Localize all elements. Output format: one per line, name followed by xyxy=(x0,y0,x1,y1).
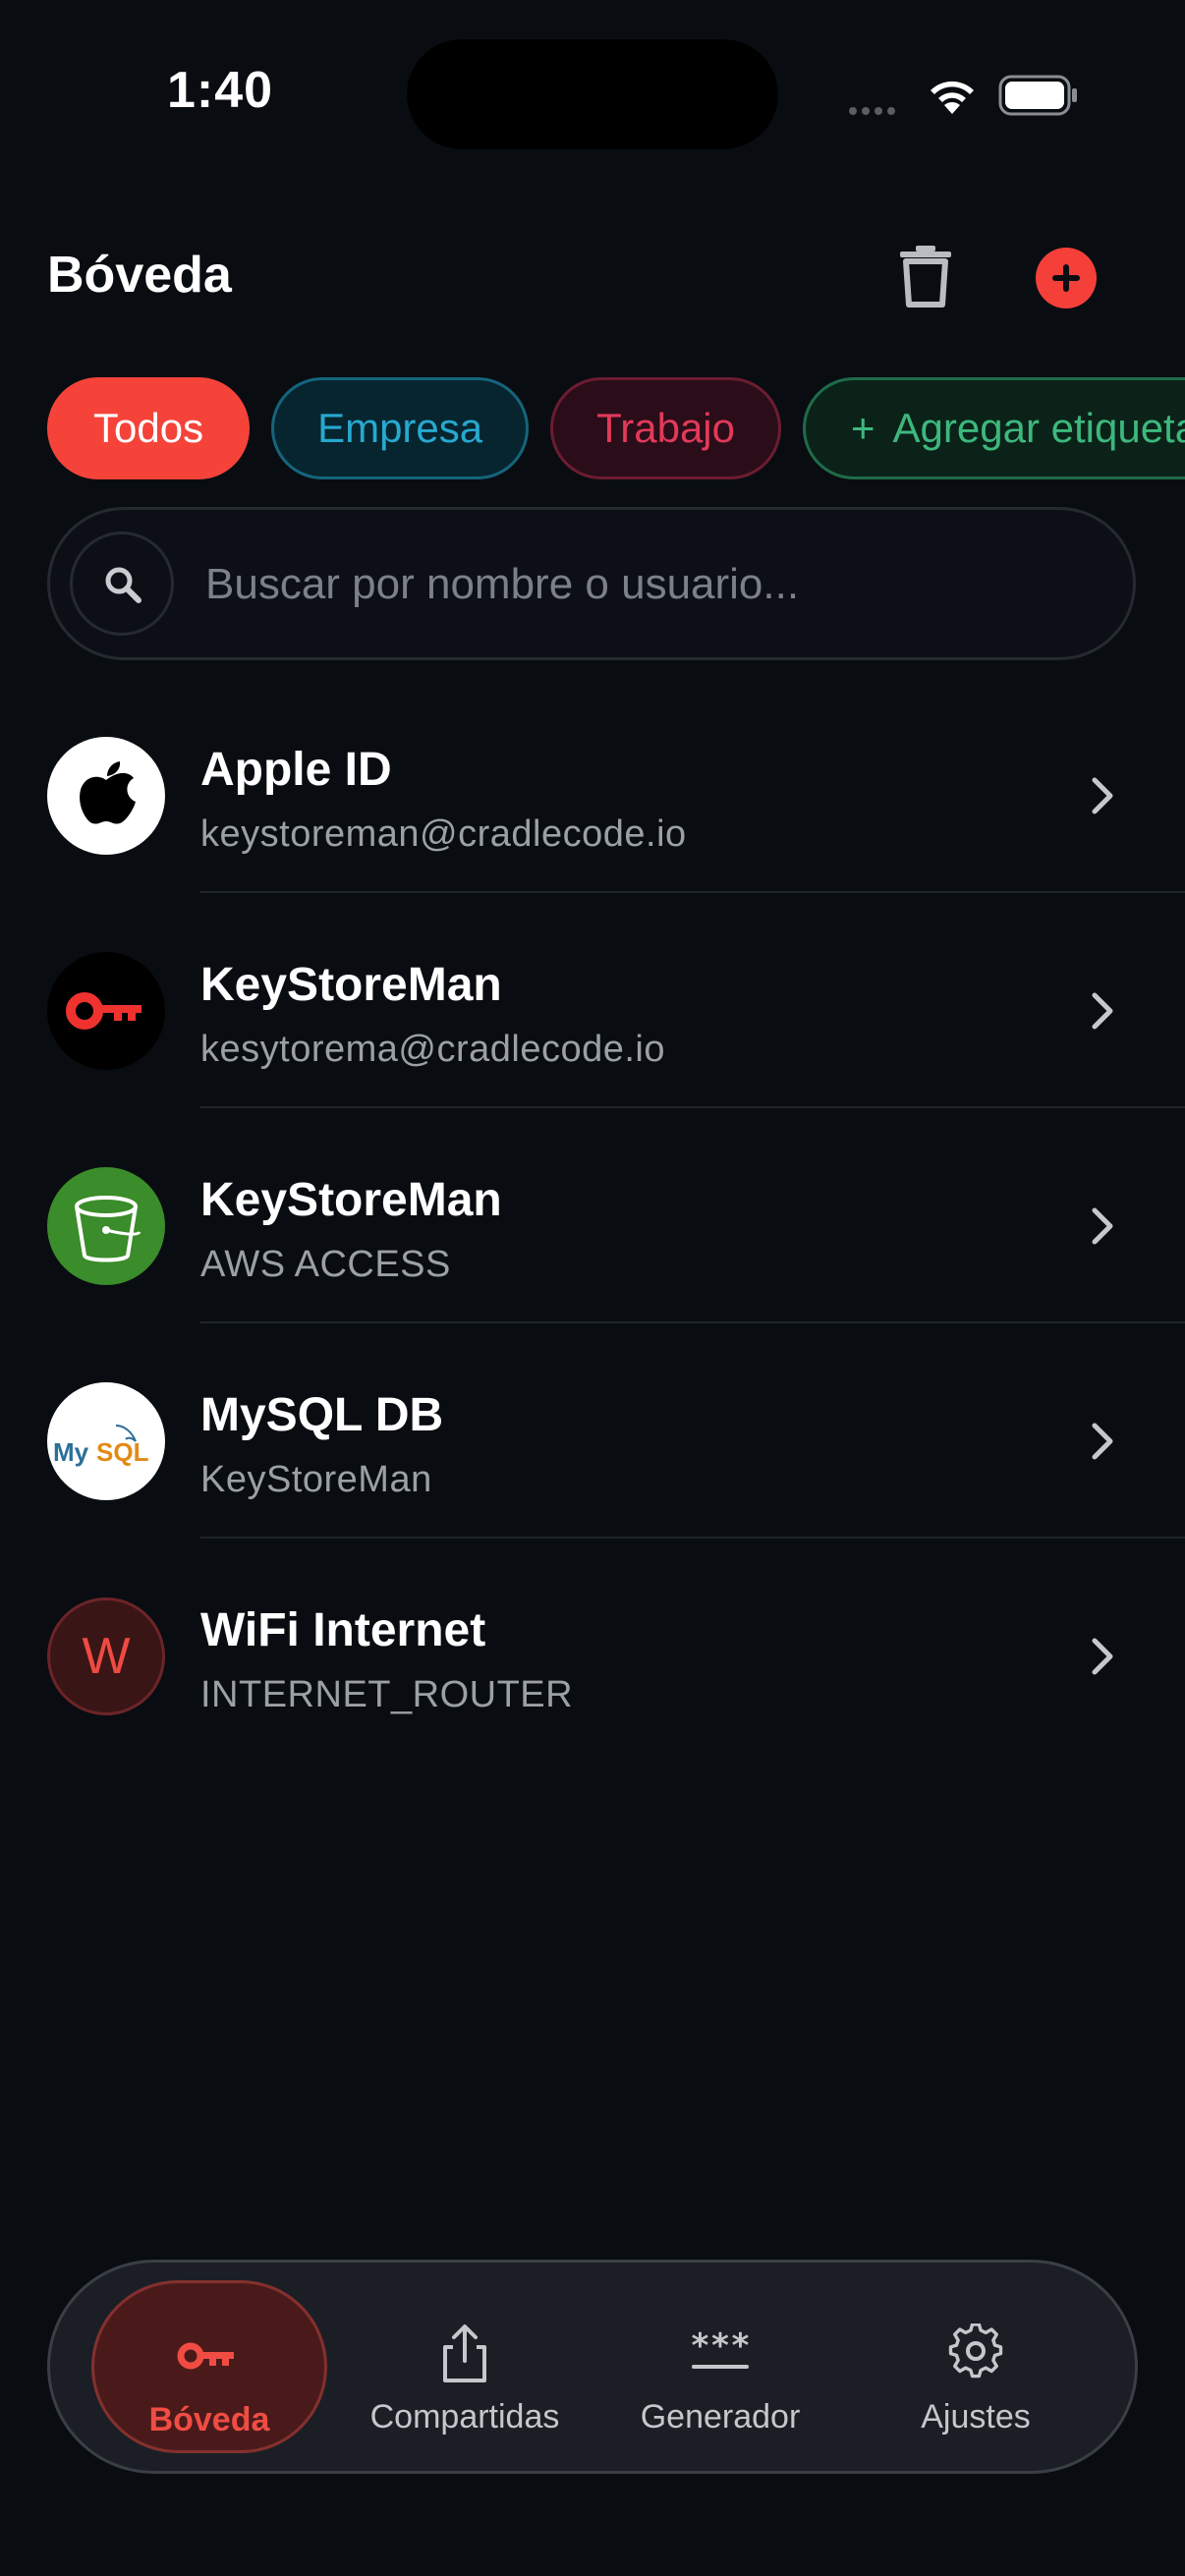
search-input[interactable] xyxy=(203,539,1092,630)
item-subtitle: INTERNET_ROUTER xyxy=(200,1674,574,1715)
search-icon[interactable] xyxy=(70,532,174,636)
tab-generador[interactable]: *** Generador xyxy=(602,2280,838,2453)
dynamic-island xyxy=(407,39,778,149)
battery-icon xyxy=(998,75,1077,116)
chip-label: Empresa xyxy=(317,405,483,451)
password-generator-icon: *** xyxy=(690,2326,751,2369)
chip-trabajo[interactable]: Trabajo xyxy=(550,377,781,479)
key-icon xyxy=(177,2342,234,2370)
chevron-right-icon xyxy=(1092,1423,1113,1460)
item-subtitle: keystoreman@cradlecode.io xyxy=(200,813,687,855)
tab-bar: Bóveda Compartidas *** Generador Ajustes xyxy=(47,2260,1138,2474)
search-bar xyxy=(47,507,1136,660)
tab-label: Bóveda xyxy=(148,2401,270,2438)
tab-label: Compartidas xyxy=(369,2398,560,2436)
item-name: KeyStoreMan xyxy=(200,1174,502,1226)
tab-compartidas[interactable]: Compartidas xyxy=(347,2280,583,2453)
key-icon xyxy=(47,952,165,1070)
chip-label: Todos xyxy=(93,405,204,451)
gear-icon xyxy=(948,2324,1003,2379)
page-title: Bóveda xyxy=(47,247,232,304)
chip-label: Trabajo xyxy=(596,405,735,451)
add-entry-button[interactable] xyxy=(1036,248,1097,308)
chevron-right-icon xyxy=(1092,777,1113,814)
chevron-right-icon xyxy=(1092,992,1113,1030)
item-subtitle: KeyStoreMan xyxy=(200,1459,432,1500)
svg-text:My: My xyxy=(53,1437,89,1467)
plus-icon: + xyxy=(851,405,875,451)
chevron-right-icon xyxy=(1092,1207,1113,1245)
item-name: MySQL DB xyxy=(200,1389,444,1441)
list-item[interactable]: KeyStoreMan kesytorema@cradlecode.io xyxy=(0,893,1185,1108)
item-name: WiFi Internet xyxy=(200,1604,486,1656)
item-name: KeyStoreMan xyxy=(200,959,502,1011)
list-item[interactable]: My SQL MySQL DB KeyStoreMan xyxy=(0,1323,1185,1539)
trash-icon xyxy=(900,246,951,308)
status-time: 1:40 xyxy=(167,62,274,119)
mysql-logo: My SQL xyxy=(47,1382,165,1500)
aws-bucket-icon xyxy=(47,1167,165,1285)
apple-icon xyxy=(47,737,165,855)
chevron-right-icon xyxy=(1092,1638,1113,1675)
item-subtitle: AWS ACCESS xyxy=(200,1244,451,1285)
chip-empresa[interactable]: Empresa xyxy=(271,377,530,479)
list-item[interactable]: Apple ID keystoreman@cradlecode.io xyxy=(0,678,1185,893)
tag-filter-bar: Todos Empresa Trabajo + Agregar etiqueta xyxy=(47,377,1185,479)
vault-list: Apple ID keystoreman@cradlecode.io KeySt… xyxy=(0,678,1185,1754)
list-item[interactable]: W WiFi Internet INTERNET_ROUTER xyxy=(0,1539,1185,1754)
svg-text:SQL: SQL xyxy=(96,1437,149,1467)
letter-avatar: W xyxy=(47,1597,165,1715)
tab-ajustes[interactable]: Ajustes xyxy=(858,2280,1094,2453)
tab-boveda[interactable]: Bóveda xyxy=(91,2280,327,2453)
tab-label: Ajustes xyxy=(921,2398,1031,2436)
chip-todos[interactable]: Todos xyxy=(47,377,251,479)
delete-button[interactable] xyxy=(896,244,955,308)
cellular-signal-icon xyxy=(849,102,900,120)
add-tag-button[interactable]: + Agregar etiqueta xyxy=(803,377,1185,479)
share-icon xyxy=(443,2324,486,2382)
wifi-icon xyxy=(931,81,974,114)
item-subtitle: kesytorema@cradlecode.io xyxy=(200,1029,666,1070)
tab-label: Generador xyxy=(640,2398,801,2436)
chip-label: Agregar etiqueta xyxy=(892,405,1185,451)
item-name: Apple ID xyxy=(200,744,392,796)
svg-text:***: *** xyxy=(690,2326,750,2366)
list-item[interactable]: KeyStoreMan AWS ACCESS xyxy=(0,1108,1185,1323)
